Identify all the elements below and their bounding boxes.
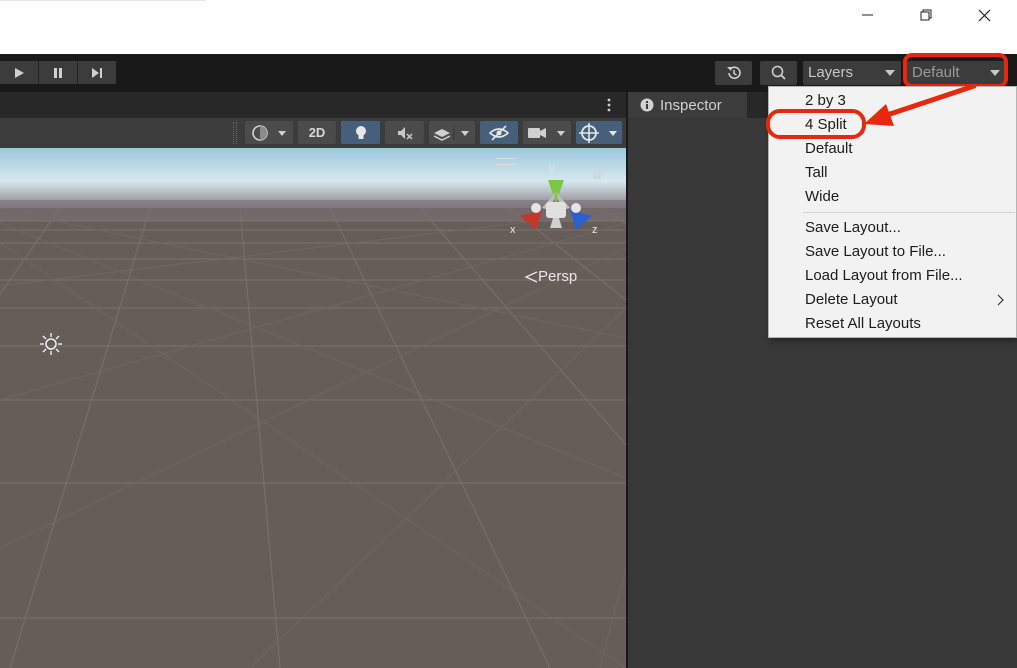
scene-tab-bar <box>0 92 626 118</box>
hidden-objects-toggle[interactable] <box>480 121 518 144</box>
lighting-toggle-button[interactable] <box>341 121 380 144</box>
menu-item-delete-layout[interactable]: Delete Layout <box>805 289 898 311</box>
menu-item-save-layout[interactable]: Save Layout... <box>805 217 901 239</box>
chevron-down-icon <box>885 70 895 76</box>
window-title-bar <box>0 0 1017 54</box>
gizmo-z-label: z <box>592 224 598 236</box>
gizmo-x-label: x <box>510 224 516 236</box>
pause-button[interactable] <box>39 61 78 84</box>
lightbulb-icon <box>355 125 366 139</box>
audio-mute-icon <box>397 126 413 140</box>
search-button[interactable] <box>760 61 797 85</box>
orientation-gizmo[interactable] <box>506 158 606 248</box>
camera-dropdown-button[interactable] <box>523 121 571 144</box>
close-icon <box>978 9 990 21</box>
draw-mode-button[interactable] <box>245 121 293 144</box>
shading-mode-icon <box>252 124 286 141</box>
menu-item-wide[interactable]: Wide <box>805 186 839 208</box>
history-icon <box>726 66 741 79</box>
menu-item-default[interactable]: Default <box>805 138 853 160</box>
minimize-button[interactable] <box>845 2 891 28</box>
menu-item-load-layout-from-file[interactable]: Load Layout from File... <box>805 265 963 287</box>
close-button[interactable] <box>961 2 1007 28</box>
restore-button[interactable] <box>903 2 949 28</box>
directional-light-icon[interactable] <box>39 332 63 356</box>
layers-effects-icon <box>433 125 469 141</box>
2d-toggle-button[interactable]: 2D <box>298 121 336 144</box>
play-button[interactable] <box>0 61 39 84</box>
menu-item-tall[interactable]: Tall <box>805 162 828 184</box>
inspector-tab-label: Inspector <box>660 96 722 114</box>
camera-icon <box>528 127 565 138</box>
2d-label: 2D <box>308 125 326 140</box>
pause-icon <box>54 67 62 78</box>
title-tab-edge <box>0 0 206 1</box>
info-icon <box>640 98 654 112</box>
persp-label: Persp <box>538 268 578 285</box>
scene-viewport[interactable]: y x z Persp <box>0 148 626 668</box>
kebab-menu-icon[interactable] <box>604 97 614 113</box>
menu-separator <box>803 212 1015 213</box>
audio-toggle-button[interactable] <box>385 121 424 144</box>
gizmos-dropdown-button[interactable] <box>576 121 622 144</box>
play-icon <box>15 67 24 78</box>
menu-item-save-layout-to-file[interactable]: Save Layout to File... <box>805 241 946 263</box>
effects-dropdown-button[interactable] <box>429 121 475 144</box>
perspective-icon <box>524 270 538 283</box>
gizmo-y-label: y <box>549 162 555 174</box>
menu-item-reset-all-layouts[interactable]: Reset All Layouts <box>805 313 921 335</box>
layers-label: Layers <box>808 64 854 81</box>
toolbar-grip <box>233 122 237 144</box>
tab-inspector[interactable]: Inspector <box>628 92 747 118</box>
search-icon <box>771 65 786 80</box>
eye-slash-icon <box>488 124 510 141</box>
four-split-highlight <box>766 109 866 139</box>
chevron-right-icon <box>997 294 1004 306</box>
callout-arrow <box>864 83 977 126</box>
projection-toggle[interactable]: Persp <box>524 268 577 285</box>
minimize-icon <box>862 14 873 16</box>
scene-toolbar: 2D <box>0 118 626 148</box>
playmode-controls <box>0 61 116 84</box>
step-icon <box>92 67 102 78</box>
gizmo-crosshair-icon <box>579 122 617 143</box>
undo-history-button[interactable] <box>715 61 752 85</box>
restore-icon <box>920 9 931 20</box>
step-button[interactable] <box>78 61 116 84</box>
